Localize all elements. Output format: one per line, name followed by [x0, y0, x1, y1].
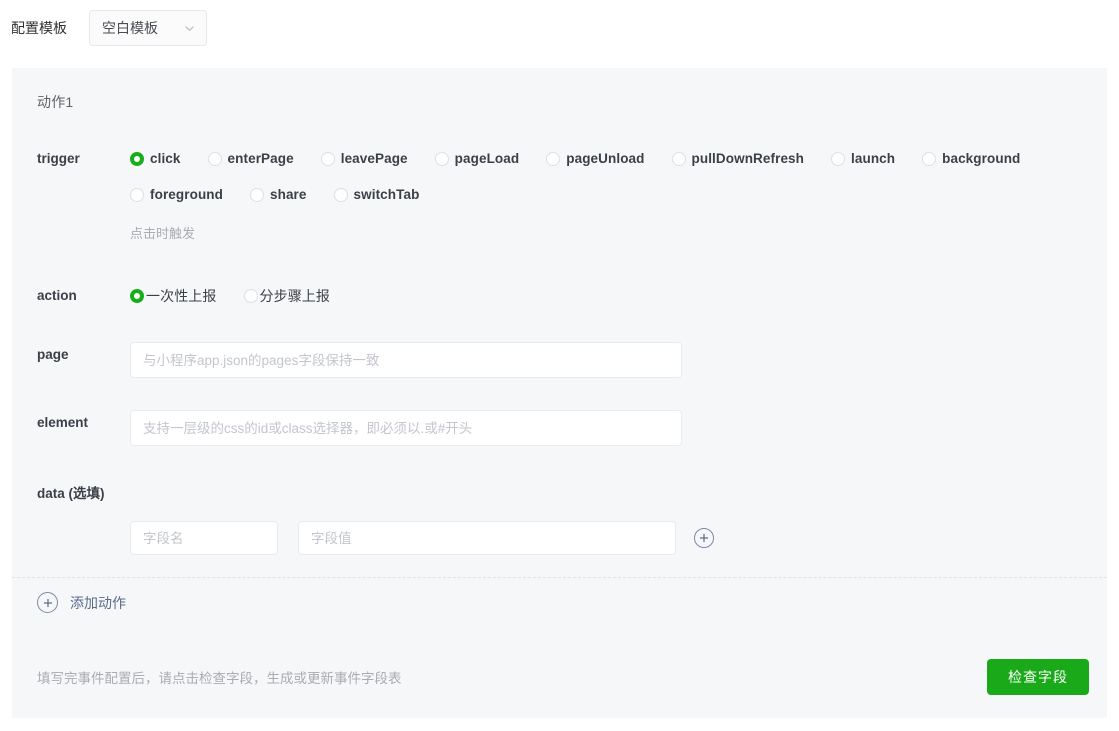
data-section: data (选填) [12, 482, 1107, 555]
page-label: page [37, 347, 69, 362]
add-action-button[interactable]: 添加动作 [37, 592, 126, 613]
radio-dot-icon [207, 151, 222, 166]
event-config-panel: 动作1 trigger click enterPage leavePage pa… [12, 68, 1107, 718]
radio-dot-icon [130, 288, 144, 303]
template-select[interactable]: 空白模板 [89, 10, 207, 46]
trigger-label: trigger [37, 151, 80, 166]
action-group-title: 动作1 [37, 94, 74, 110]
section-divider [12, 577, 1107, 578]
action-radio-group: 一次性上报 分步骤上报 [130, 283, 1107, 308]
trigger-radio-label: background [942, 151, 1021, 166]
radio-dot-icon [831, 151, 846, 166]
trigger-radio-group: click enterPage leavePage pageLoad pageU… [130, 146, 1107, 207]
radio-dot-icon [546, 151, 561, 166]
trigger-radio-label: pageLoad [454, 151, 520, 166]
data-value-input[interactable] [298, 521, 676, 555]
trigger-radio-label: enterPage [227, 151, 294, 166]
trigger-radio-background[interactable]: background [922, 146, 1020, 171]
trigger-radio-pageload[interactable]: pageLoad [434, 146, 520, 171]
trigger-radio-enterpage[interactable]: enterPage [207, 146, 294, 171]
element-row: element [12, 410, 1107, 446]
trigger-radio-share[interactable]: share [250, 182, 307, 207]
plus-circle-icon [37, 592, 58, 613]
action-field: 一次性上报 分步骤上报 [130, 283, 1107, 308]
trigger-radio-label: switchTab [353, 187, 420, 202]
radio-dot-icon [250, 187, 264, 202]
trigger-radio-pulldownrefresh[interactable]: pullDownRefresh [671, 146, 805, 171]
radio-dot-icon [434, 151, 449, 166]
data-section-title: data (选填) [37, 486, 105, 501]
element-label: element [37, 415, 89, 430]
trigger-radio-label: pageUnload [566, 151, 645, 166]
data-key-value-row [37, 521, 1107, 555]
radio-dot-icon [130, 187, 144, 202]
page-field [130, 342, 1107, 378]
trigger-row: trigger click enterPage leavePage pageLo… [12, 146, 1107, 242]
radio-dot-icon [671, 151, 686, 166]
action-radio-stepwise[interactable]: 分步骤上报 [243, 283, 331, 308]
trigger-radio-foreground[interactable]: foreground [130, 182, 223, 207]
trigger-radio-pageunload[interactable]: pageUnload [546, 146, 644, 171]
radio-dot-icon [320, 151, 335, 166]
trigger-radio-label: foreground [150, 187, 223, 202]
panel-footer: 填写完事件配置后，请点击检查字段，生成或更新事件字段表 检查字段 [12, 636, 1107, 718]
action-label: action [37, 288, 77, 303]
template-selector-row: 配置模板 空白模板 [0, 0, 1119, 56]
trigger-radio-label: share [270, 187, 307, 202]
element-input[interactable] [130, 410, 682, 446]
template-label: 配置模板 [11, 20, 67, 36]
trigger-radio-label: leavePage [340, 151, 408, 166]
trigger-radio-click[interactable]: click [130, 146, 181, 171]
add-action-label: 添加动作 [70, 594, 126, 611]
trigger-radio-label: launch [851, 151, 896, 166]
data-key-input[interactable] [130, 521, 278, 555]
radio-dot-icon [922, 151, 937, 166]
radio-dot-icon [243, 288, 258, 303]
check-fields-button[interactable]: 检查字段 [987, 659, 1089, 695]
template-select-value: 空白模板 [102, 20, 158, 36]
page-input[interactable] [130, 342, 682, 378]
radio-dot-icon [130, 151, 144, 166]
action-radio-once[interactable]: 一次性上报 [130, 283, 217, 308]
chevron-down-icon [183, 22, 196, 35]
footer-note: 填写完事件配置后，请点击检查字段，生成或更新事件字段表 [37, 671, 402, 686]
trigger-radio-leavepage[interactable]: leavePage [320, 146, 408, 171]
trigger-radio-label: click [150, 151, 181, 166]
add-data-field-button[interactable] [694, 528, 714, 548]
trigger-radio-label: pullDownRefresh [691, 151, 805, 166]
action-radio-label: 分步骤上报 [259, 287, 330, 304]
page-row: page [12, 342, 1107, 378]
radio-dot-icon [333, 187, 348, 202]
trigger-radio-switchtab[interactable]: switchTab [333, 182, 420, 207]
element-field [130, 410, 1107, 446]
action-row: action 一次性上报 分步骤上报 [12, 283, 1107, 308]
trigger-hint: 点击时触发 [130, 226, 196, 241]
action-radio-label: 一次性上报 [146, 287, 217, 304]
trigger-radio-launch[interactable]: launch [831, 146, 895, 171]
trigger-field: click enterPage leavePage pageLoad pageU… [130, 146, 1107, 242]
